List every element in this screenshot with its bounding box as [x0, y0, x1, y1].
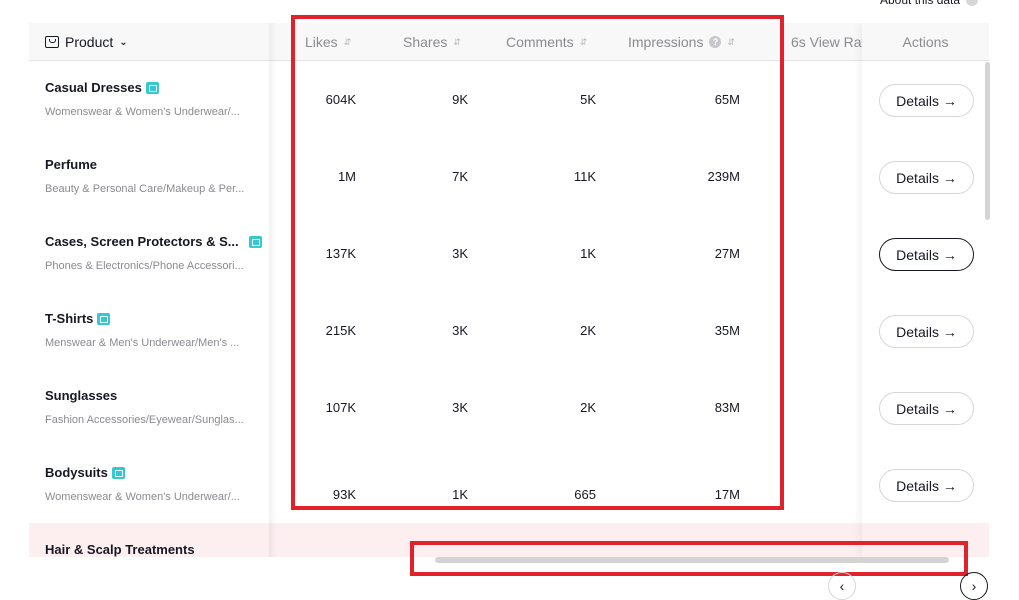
product-name[interactable]: Cases, Screen Protectors & S... [45, 234, 262, 249]
product-category: Fashion Accessories/Eyewear/Sunglas... [45, 414, 244, 426]
product-category: Womenswear & Women's Underwear/... [45, 491, 240, 503]
image-icon[interactable] [145, 81, 159, 94]
column-header-6s-view-rate[interactable]: 6s View Rat [791, 23, 865, 61]
table-row[interactable]: Bodysuits Womenswear & Women's Underwear/… [29, 446, 989, 523]
info-icon[interactable] [966, 0, 979, 6]
product-category: Womenswear & Women's Underwear/... [45, 106, 240, 118]
likes-value: 1M [337, 169, 356, 184]
product-name-text: T-Shirts [45, 311, 94, 326]
highlight-row-cell [862, 523, 989, 557]
comments-value: 665 [574, 487, 596, 502]
comments-value: 1K [580, 246, 596, 261]
shares-value: 3K [452, 323, 468, 338]
comments-label: Comments [506, 34, 574, 50]
table-row[interactable]: Perfume Beauty & Personal Care/Makeup & P… [29, 138, 989, 215]
likes-value: 137K [325, 246, 356, 261]
product-name[interactable]: Hair & Scalp Treatments [45, 542, 195, 557]
shares-value: 7K [452, 169, 468, 184]
comments-value: 2K [580, 400, 596, 415]
column-header-likes[interactable]: Likes ⇵ [305, 23, 351, 61]
impressions-value: 83M [714, 400, 740, 415]
sort-icon: ⇵ [453, 36, 461, 47]
table-row[interactable]: Hair & Scalp Treatments [29, 523, 989, 557]
details-button[interactable]: Details → [879, 84, 974, 117]
product-name[interactable]: Bodysuits [45, 465, 125, 480]
help-icon[interactable]: ? [709, 36, 722, 48]
horizontal-scrollbar[interactable] [435, 557, 949, 563]
image-icon[interactable] [97, 312, 111, 325]
shares-value: 9K [452, 92, 468, 107]
table-row[interactable]: T-Shirts Menswear & Men's Underwear/Men's… [29, 292, 989, 369]
product-table: Product ⌄ Likes ⇵ Shares ⇵ Comments ⇵ Impre… [29, 23, 989, 557]
chevron-right-icon: › [971, 578, 977, 594]
shares-value: 1K [452, 487, 468, 502]
product-name[interactable]: Casual Dresses [45, 80, 159, 95]
product-name-text: Hair & Scalp Treatments [45, 542, 195, 557]
column-header-comments[interactable]: Comments ⇵ [506, 23, 587, 61]
likes-value: 604K [325, 92, 356, 107]
likes-value: 93K [332, 487, 356, 502]
image-icon[interactable] [248, 235, 262, 248]
about-label: About this data [880, 0, 961, 7]
sort-icon: ⇵ [727, 36, 736, 47]
shares-label: Shares [403, 34, 448, 50]
product-category: Beauty & Personal Care/Makeup & Per... [45, 183, 245, 195]
impressions-label: Impressions [628, 34, 704, 50]
next-page-button[interactable]: › [960, 572, 988, 600]
details-button[interactable]: Details → [879, 392, 974, 425]
sort-icon: ⇵ [343, 36, 352, 47]
table-row[interactable]: Cases, Screen Protectors & S... Phones & … [29, 215, 989, 292]
sort-icon: ⇵ [579, 36, 588, 47]
product-name-text: Cases, Screen Protectors & S... [45, 234, 239, 249]
impressions-value: 17M [714, 487, 740, 502]
impressions-value: 239M [707, 169, 740, 184]
details-button[interactable]: Details → [879, 161, 974, 194]
product-name-text: Bodysuits [45, 465, 108, 480]
likes-value: 215K [325, 323, 356, 338]
product-category: Menswear & Men's Underwear/Men's ... [45, 337, 240, 349]
prev-page-button[interactable]: ‹ [828, 572, 856, 600]
column-header-shares[interactable]: Shares ⇵ [403, 23, 461, 61]
product-name[interactable]: Perfume [45, 157, 97, 172]
product-name-text: Sunglasses [45, 388, 118, 403]
product-column-selector[interactable]: Product ⌄ [45, 23, 128, 61]
product-name[interactable]: Sunglasses [45, 388, 117, 403]
about-this-data[interactable]: About this data [880, 0, 979, 7]
vertical-scrollbar[interactable] [985, 62, 990, 220]
shares-value: 3K [452, 246, 468, 261]
column-divider-shadow [269, 23, 277, 557]
impressions-value: 65M [714, 92, 740, 107]
comments-value: 5K [580, 92, 596, 107]
image-icon[interactable] [111, 466, 125, 479]
likes-label: Likes [305, 34, 338, 50]
product-name[interactable]: T-Shirts [45, 311, 111, 326]
product-name-text: Casual Dresses [45, 80, 142, 95]
table-header: Product ⌄ Likes ⇵ Shares ⇵ Comments ⇵ Impre… [29, 23, 989, 61]
product-name-text: Perfume [45, 157, 98, 172]
product-header-label: Product [65, 34, 114, 50]
chevron-down-icon: ⌄ [119, 36, 128, 48]
comments-value: 2K [580, 323, 596, 338]
likes-value: 107K [325, 400, 356, 415]
comments-value: 11K [573, 169, 596, 184]
table-row[interactable]: Casual Dresses Womenswear & Women's Under… [29, 61, 989, 138]
product-category: Phones & Electronics/Phone Accessori... [45, 260, 244, 272]
impressions-value: 27M [714, 246, 740, 261]
details-button[interactable]: Details → [879, 315, 974, 348]
details-button[interactable]: Details → [879, 238, 974, 271]
column-header-impressions[interactable]: Impressions? ⇵ [628, 23, 735, 61]
impressions-value: 35M [714, 323, 740, 338]
details-button[interactable]: Details → [879, 469, 974, 502]
table-row[interactable]: Sunglasses Fashion Accessories/Eyewear/Su… [29, 369, 989, 446]
actions-column: Actions Details → Details → Details → Detail… [862, 23, 989, 557]
shopping-bag-icon [45, 36, 59, 48]
shares-value: 3K [452, 400, 468, 415]
chevron-left-icon: ‹ [839, 578, 845, 594]
view-rate-label: 6s View Rat [791, 34, 866, 50]
actions-header: Actions [862, 23, 989, 61]
